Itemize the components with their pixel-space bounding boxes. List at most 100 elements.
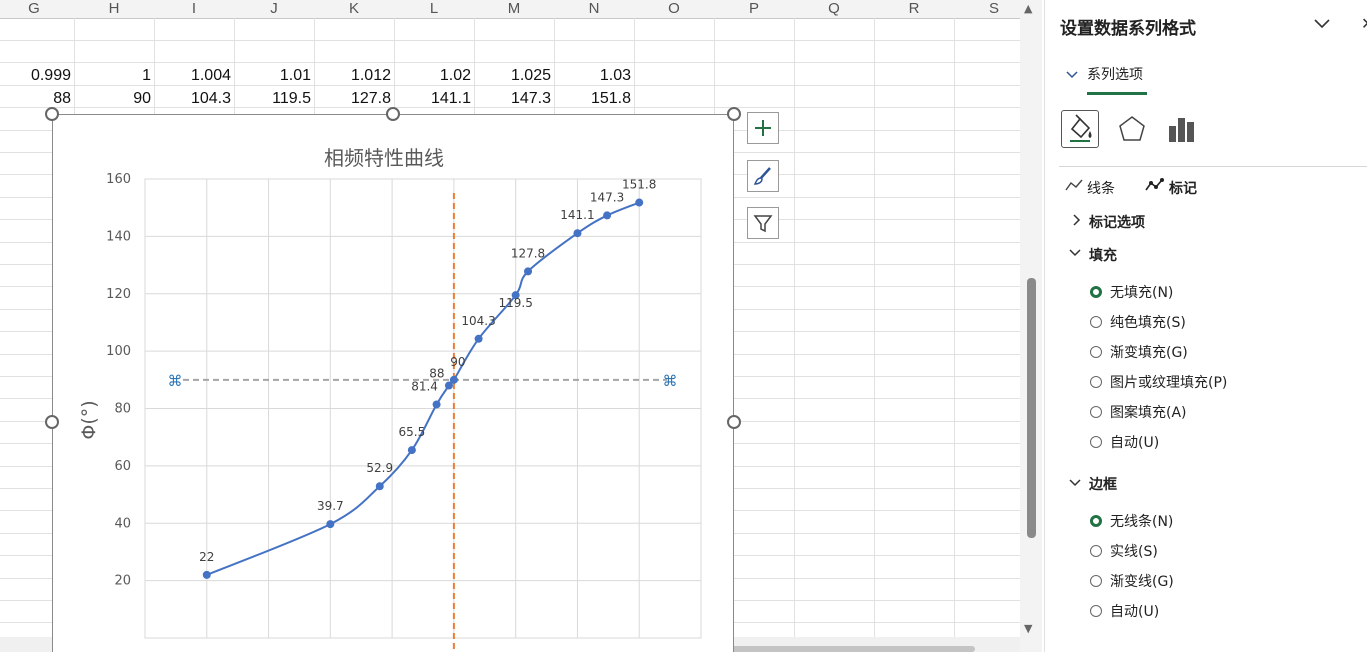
cell-value[interactable]: 1.012	[314, 65, 391, 87]
chart-title: 相频特性曲线	[324, 146, 444, 170]
cell-value[interactable]: 1.01	[234, 65, 311, 87]
radio-button[interactable]	[1090, 316, 1102, 328]
data-point	[524, 267, 533, 276]
radio-button[interactable]	[1090, 436, 1102, 448]
resize-handle-middle-right[interactable]	[727, 415, 741, 429]
radio-label[interactable]: 纯色填充(S)	[1110, 312, 1186, 332]
radio-label[interactable]: 自动(U)	[1110, 432, 1159, 452]
close-pane-icon[interactable]: ✕	[1361, 14, 1367, 32]
cell-value[interactable]: 88	[0, 88, 71, 110]
cell-value[interactable]: 119.5	[234, 88, 311, 110]
data-point	[375, 482, 384, 491]
y-tick-label: 140	[106, 229, 131, 244]
marker-icon	[1145, 178, 1164, 191]
y-tick-label: 40	[114, 516, 131, 531]
cell-value[interactable]: 147.3	[474, 88, 551, 110]
resize-handle-top-left[interactable]	[45, 107, 59, 121]
cell-value[interactable]: 127.8	[314, 88, 391, 110]
data-point	[474, 334, 483, 343]
radio-label[interactable]: 图案填充(A)	[1110, 402, 1187, 422]
data-label: 39.7	[317, 499, 344, 513]
data-label: 151.8	[622, 178, 656, 192]
radio-label[interactable]: 渐变线(G)	[1110, 571, 1174, 591]
series-options-tab[interactable]: 系列选项	[1087, 64, 1143, 84]
resize-handle-top-right[interactable]	[727, 107, 741, 121]
marker-tab[interactable]: 标记	[1169, 178, 1197, 198]
radio-label[interactable]: 图片或纹理填充(P)	[1110, 372, 1227, 392]
format-data-series-pane: 设置数据系列格式 ✕ 系列选项 线条 标记 标记选项 填充 无填充(N) 纯色填充…	[1044, 0, 1367, 652]
chart-styles-button[interactable]	[747, 160, 779, 192]
pane-title: 设置数据系列格式	[1060, 19, 1196, 39]
column-header-r[interactable]: R	[874, 0, 954, 18]
radio-button[interactable]	[1090, 286, 1102, 298]
column-header-s[interactable]: S	[954, 0, 1020, 18]
radio-button[interactable]	[1090, 346, 1102, 358]
column-header-l[interactable]: L	[394, 0, 474, 18]
data-point	[449, 375, 458, 384]
border-chevron-down-icon[interactable]	[1069, 478, 1081, 488]
series-options-tab-icon[interactable]	[1167, 114, 1197, 146]
data-point	[635, 198, 644, 207]
cell-value[interactable]: 1	[74, 65, 151, 87]
cell-value[interactable]: 141.1	[394, 88, 471, 110]
radio-button[interactable]	[1090, 515, 1102, 527]
data-point	[573, 229, 582, 238]
radio-label[interactable]: 渐变填充(G)	[1110, 342, 1188, 362]
cell-value[interactable]: 90	[74, 88, 151, 110]
series-options-chevron-icon[interactable]	[1065, 69, 1079, 81]
y-tick-label: 60	[114, 459, 131, 474]
chart-area[interactable]: 相频特性曲线 20 40 60 80 100 120 140 160 Φ(°) 22 39.7 52.9…	[52, 114, 734, 652]
data-label: 22	[199, 550, 214, 564]
column-header-bar: GHIJKLMNOPQRS	[0, 0, 1020, 19]
cell-value[interactable]: 1.025	[474, 65, 551, 87]
radio-button[interactable]	[1090, 605, 1102, 617]
cell-value[interactable]: 1.03	[554, 65, 631, 87]
scroll-down-arrow-icon[interactable]: ▼	[1024, 622, 1032, 635]
data-point	[432, 400, 441, 409]
spreadsheet-grid[interactable]: GHIJKLMNOPQRS 0.999 1 1.004 1.01 1.012 1.02 1.…	[0, 0, 1020, 652]
radio-button[interactable]	[1090, 406, 1102, 418]
column-header-i[interactable]: I	[154, 0, 234, 18]
radio-label[interactable]: 无填充(N)	[1110, 282, 1173, 302]
collapse-pane-chevron-icon[interactable]	[1313, 17, 1331, 31]
fill-section[interactable]: 填充	[1089, 245, 1117, 265]
cell-value[interactable]: 151.8	[554, 88, 631, 110]
chevron-right-icon[interactable]	[1071, 214, 1081, 226]
cell-value[interactable]: 0.999	[0, 65, 71, 87]
chart-elements-button[interactable]	[747, 112, 779, 144]
radio-label[interactable]: 自动(U)	[1110, 601, 1159, 621]
border-section[interactable]: 边框	[1089, 474, 1117, 494]
cell-value[interactable]: 1.02	[394, 65, 471, 87]
radio-label[interactable]: 无线条(N)	[1110, 511, 1173, 531]
line-tab[interactable]: 线条	[1087, 178, 1115, 198]
column-header-p[interactable]: P	[714, 0, 794, 18]
vertical-scroll-thumb[interactable]	[1027, 278, 1036, 538]
effects-tab[interactable]	[1117, 112, 1147, 146]
radio-button[interactable]	[1090, 376, 1102, 388]
resize-handle-middle-left[interactable]	[45, 415, 59, 429]
fill-line-tab[interactable]	[1061, 110, 1099, 148]
scroll-up-arrow-icon[interactable]: ▲	[1024, 2, 1032, 15]
column-header-o[interactable]: O	[634, 0, 714, 18]
column-header-j[interactable]: J	[234, 0, 314, 18]
y-tick-label: 100	[106, 344, 131, 359]
column-header-h[interactable]: H	[74, 0, 154, 18]
cell-value[interactable]: 1.004	[154, 65, 231, 87]
chart-filter-button[interactable]	[747, 207, 779, 239]
column-header-k[interactable]: K	[314, 0, 394, 18]
radio-button[interactable]	[1090, 575, 1102, 587]
y-tick-label: 160	[106, 172, 131, 187]
marker-options-section[interactable]: 标记选项	[1089, 212, 1145, 232]
data-label: 119.5	[498, 296, 532, 310]
radio-label[interactable]: 实线(S)	[1110, 541, 1158, 561]
data-point	[202, 570, 211, 579]
column-header-m[interactable]: M	[474, 0, 554, 18]
column-header-g[interactable]: G	[0, 0, 74, 18]
radio-button[interactable]	[1090, 545, 1102, 557]
column-header-q[interactable]: Q	[794, 0, 874, 18]
cell-value[interactable]: 104.3	[154, 88, 231, 110]
column-header-n[interactable]: N	[554, 0, 634, 18]
plus-icon	[755, 120, 771, 136]
resize-handle-top-middle[interactable]	[386, 107, 400, 121]
fill-chevron-down-icon[interactable]	[1069, 248, 1081, 258]
